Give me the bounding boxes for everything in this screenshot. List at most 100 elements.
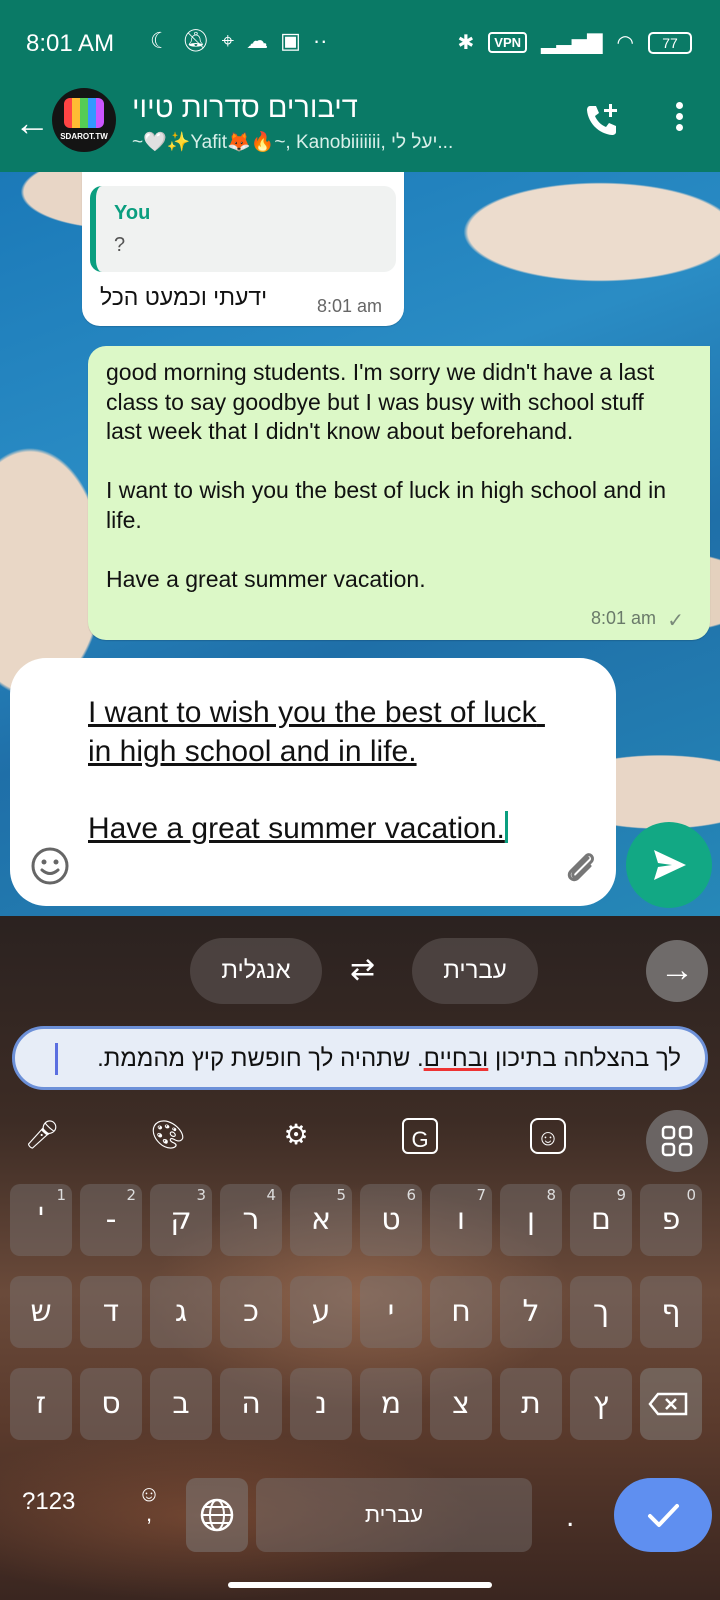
key-hint: 6	[406, 1186, 416, 1204]
key[interactable]: ם9	[570, 1184, 632, 1256]
message-text: ידעתי וכמעט הכל	[100, 284, 268, 310]
comma-key[interactable]: ☺,	[134, 1483, 164, 1526]
done-button[interactable]	[614, 1478, 712, 1552]
key-label: פ	[661, 1202, 681, 1237]
key[interactable]: ו7	[430, 1184, 492, 1256]
translate-icon[interactable]: G	[402, 1118, 438, 1154]
translated-text-part: . שתהיה לך חופשת קיץ מהממת.	[97, 1045, 424, 1072]
chat-subtitle[interactable]: ~🤍✨Yafit🦊🔥~, Kanobiiiiiii, יעל לי...	[132, 130, 552, 154]
attach-icon[interactable]	[558, 844, 602, 888]
grid-icon	[661, 1125, 693, 1157]
key[interactable]: ד	[80, 1276, 142, 1348]
key[interactable]: ר4	[220, 1184, 282, 1256]
message-text: good morning students. I'm sorry we didn…	[106, 359, 666, 592]
bluetooth-icon: ✱	[457, 32, 475, 54]
key[interactable]: ב	[150, 1368, 212, 1440]
key-label: ט	[381, 1202, 401, 1237]
key[interactable]: נ	[290, 1368, 352, 1440]
misspelled-word[interactable]: ובחיים	[424, 1045, 489, 1072]
battery-icon: 77	[648, 31, 692, 54]
outgoing-message[interactable]: good morning students. I'm sorry we didn…	[88, 346, 710, 640]
key-hint: 8	[546, 1186, 556, 1204]
key[interactable]: ס	[80, 1368, 142, 1440]
microphone-icon[interactable]: 🎤︎	[22, 1118, 62, 1158]
more-options-icon[interactable]	[664, 98, 694, 142]
quote-text: ?	[114, 234, 126, 256]
message-time: 8:01 am	[590, 608, 656, 628]
key[interactable]: ץ	[570, 1368, 632, 1440]
key[interactable]: פ0	[640, 1184, 702, 1256]
add-call-icon[interactable]	[582, 100, 622, 140]
key[interactable]: ' 1	[10, 1184, 72, 1256]
key-hint: 7	[476, 1186, 486, 1204]
key-hint: 0	[686, 1186, 696, 1204]
location-icon: ⌖	[221, 28, 235, 53]
apps-grid-button[interactable]	[646, 1110, 708, 1172]
globe-icon	[200, 1498, 234, 1532]
translate-input[interactable]: לך בהצלחה בתיכון ובחיים. שתהיה לך חופשת …	[12, 1026, 708, 1090]
bell-off-icon: 🔕︎	[181, 28, 210, 53]
swap-languages-icon[interactable]: ⇄	[350, 952, 375, 987]
target-language-button[interactable]: עברית	[412, 938, 538, 1004]
more-dots-icon: ··	[312, 28, 328, 53]
key[interactable]: צ	[430, 1368, 492, 1440]
chat-header: ← SDAROT.TW דיבורים סדרות טיוי ~🤍✨Yafit🦊…	[0, 88, 720, 172]
key[interactable]: ע	[290, 1276, 352, 1348]
avatar[interactable]: SDAROT.TW	[52, 88, 116, 152]
message-input-text: I want to wish you the best of luck in h…	[88, 696, 537, 845]
backspace-key[interactable]	[640, 1368, 702, 1440]
key[interactable]: ן8	[500, 1184, 562, 1256]
incoming-message[interactable]: You ? ידעתי וכמעט הכל 8:01 am	[82, 172, 404, 326]
numbers-key[interactable]: ?123	[22, 1488, 75, 1516]
key-label: ו	[456, 1202, 466, 1237]
text-cursor	[55, 1043, 58, 1075]
key[interactable]: ג	[150, 1276, 212, 1348]
source-language-button[interactable]: אנגלית	[190, 938, 322, 1004]
key[interactable]: ש	[10, 1276, 72, 1348]
message-input[interactable]: I want to wish you the best of luck in h…	[88, 694, 548, 848]
text-cursor	[504, 810, 508, 843]
key-label: -	[105, 1202, 117, 1237]
key-label: ר	[242, 1202, 260, 1237]
palette-icon[interactable]: 🎨︎	[148, 1118, 188, 1158]
period-key[interactable]: .	[566, 1500, 574, 1534]
key[interactable]: כ	[220, 1276, 282, 1348]
emoji-icon[interactable]	[30, 846, 70, 886]
quote-author: You	[114, 202, 151, 224]
key[interactable]: ז	[10, 1368, 72, 1440]
key[interactable]: ח	[430, 1276, 492, 1348]
language-switch-key[interactable]	[186, 1478, 248, 1552]
home-indicator[interactable]	[228, 1582, 492, 1588]
wifi-icon: ◠	[616, 32, 634, 54]
key-hint: 1	[56, 1186, 66, 1204]
moon-icon: ☾	[150, 28, 170, 53]
space-key[interactable]: עברית	[256, 1478, 532, 1552]
key[interactable]: ק3	[150, 1184, 212, 1256]
settings-icon[interactable]: ⚙	[276, 1118, 316, 1158]
key-hint: 9	[616, 1186, 626, 1204]
key-label: א	[310, 1202, 332, 1237]
sticker-icon[interactable]: ☺	[530, 1118, 566, 1154]
send-icon	[654, 850, 686, 880]
send-button[interactable]	[626, 822, 712, 908]
key-label: '	[36, 1202, 46, 1237]
chat-title[interactable]: דיבורים סדרות טיוי	[132, 92, 402, 125]
key[interactable]: ך	[570, 1276, 632, 1348]
key[interactable]: מ	[360, 1368, 422, 1440]
key[interactable]: ת	[500, 1368, 562, 1440]
quoted-message[interactable]: You ?	[90, 186, 396, 272]
key[interactable]: ט6	[360, 1184, 422, 1256]
key[interactable]: א5	[290, 1184, 352, 1256]
key[interactable]: ה	[220, 1368, 282, 1440]
key[interactable]: -2	[80, 1184, 142, 1256]
key[interactable]: ף	[640, 1276, 702, 1348]
key[interactable]: ל	[500, 1276, 562, 1348]
key-hint: 3	[196, 1186, 206, 1204]
key-label: ,	[145, 1501, 153, 1526]
message-composer[interactable]: I want to wish you the best of luck in h…	[10, 658, 616, 906]
avatar-logo-text: SDAROT.TW	[60, 132, 108, 141]
key[interactable]: י	[360, 1276, 422, 1348]
back-arrow-icon[interactable]: ←	[14, 102, 50, 144]
translate-go-button[interactable]: →	[646, 940, 708, 1002]
signal-icon: ▂▃▅▇	[541, 32, 603, 54]
